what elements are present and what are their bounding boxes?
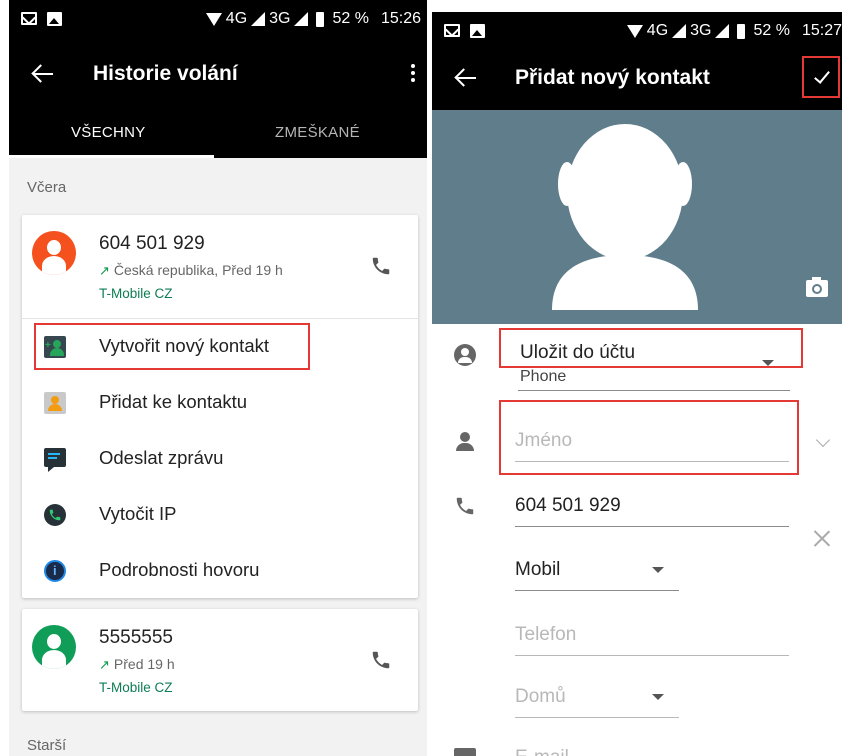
section-yesterday: Včera: [27, 179, 67, 196]
tab-all[interactable]: VŠECHNY: [71, 124, 146, 141]
image-notification-icon: [47, 12, 62, 26]
action-add-to-contact[interactable]: Přidat ke kontaktu: [22, 375, 418, 431]
battery-icon: [737, 23, 746, 39]
signal-icon: [251, 12, 266, 26]
action-label: Odeslat zprávu: [99, 447, 224, 468]
phone-type-underline: [515, 590, 679, 591]
contact-card-icon: [44, 392, 66, 414]
overflow-menu-icon[interactable]: [411, 64, 417, 86]
call-detail-text: Česká republika, Před 19 h: [113, 262, 283, 278]
action-ip-call[interactable]: Vytočit IP: [22, 487, 418, 543]
ip-call-icon: [44, 504, 66, 526]
back-arrow-icon[interactable]: [454, 66, 478, 90]
signal-icon: [672, 24, 687, 38]
action-send-message[interactable]: Odeslat zprávu: [22, 431, 418, 487]
network-type-2: 3G: [690, 22, 712, 39]
call-card: 604 501 929 ↗ Česká republika, Před 19 h …: [22, 215, 418, 598]
call-number: 604 501 929: [99, 233, 205, 254]
outgoing-arrow-icon: ↗: [99, 263, 110, 278]
call-carrier: T-Mobile CZ: [99, 680, 173, 695]
page-title: Přidat nový kontakt: [515, 66, 710, 89]
person-icon: [454, 430, 476, 452]
mail-notification-icon: [444, 24, 460, 37]
contact-photo-area[interactable]: [432, 110, 842, 324]
phone-icon: [454, 495, 476, 517]
contact-avatar: [32, 231, 76, 275]
highlight-save: [802, 56, 840, 98]
phone2-type-value: Domů: [515, 686, 566, 707]
action-label: Přidat ke kontaktu: [99, 391, 248, 412]
wifi-icon: [205, 12, 222, 26]
phone-type-value: Mobil: [515, 559, 561, 580]
call-detail-text: Před 19 h: [113, 656, 175, 672]
call-number: 5555555: [99, 627, 173, 648]
app-bar: Historie volání: [9, 40, 427, 112]
info-icon: i: [44, 560, 66, 582]
call-card[interactable]: 5555555 ↗ Před 19 h T-Mobile CZ: [22, 609, 418, 711]
signal-icon-2: [715, 24, 730, 38]
expand-chevron-icon[interactable]: [815, 432, 831, 448]
dropdown-caret-icon: [652, 567, 664, 573]
back-arrow-icon[interactable]: [31, 62, 55, 86]
network-type-2: 3G: [269, 10, 291, 27]
page-title: Historie volání: [93, 62, 238, 85]
outgoing-arrow-icon: ↗: [99, 657, 110, 672]
highlight-account: [499, 328, 803, 368]
action-label: Vytočit IP: [99, 503, 177, 524]
highlight-create-contact: [34, 323, 310, 370]
network-type: 4G: [646, 22, 669, 39]
call-entry[interactable]: 604 501 929 ↗ Česká republika, Před 19 h …: [22, 215, 418, 318]
status-bar: 4G 3G 52 % 15:26: [9, 0, 427, 40]
phone-underline: [515, 526, 789, 527]
tab-missed[interactable]: ZMEŠKANÉ: [275, 124, 360, 141]
phone-field[interactable]: 604 501 929: [515, 490, 790, 530]
phone-type-select[interactable]: Mobil: [515, 555, 680, 593]
signal-icon-2: [294, 12, 309, 26]
phone-value: 604 501 929: [515, 495, 621, 516]
add-contact-screen: 4G 3G 52 % 15:27 Přidat nový kontakt Ulo…: [432, 0, 842, 756]
battery-level: 52 %: [753, 22, 790, 39]
account-value: Phone: [520, 368, 567, 385]
phone2-type-underline: [515, 717, 679, 718]
remove-phone-icon[interactable]: [814, 530, 830, 546]
phone2-field[interactable]: Telefon: [515, 620, 790, 658]
network-type: 4G: [225, 10, 248, 27]
clock: 15:26: [380, 10, 421, 27]
app-bar: Přidat nový kontakt: [432, 46, 842, 110]
tab-bar: VŠECHNY ZMEŠKANÉ: [9, 112, 427, 158]
email-placeholder: E-mail: [515, 747, 569, 756]
dropdown-caret-icon: [652, 694, 664, 700]
call-history-screen: 4G 3G 52 % 15:26 Historie volání VŠECHNY…: [9, 0, 427, 756]
mail-notification-icon: [21, 12, 37, 25]
contact-silhouette-icon: [552, 124, 698, 310]
call-carrier: T-Mobile CZ: [99, 286, 173, 301]
call-detail: ↗ Česká republika, Před 19 h: [99, 262, 283, 279]
phone2-placeholder: Telefon: [515, 624, 577, 645]
image-notification-icon: [470, 24, 485, 38]
status-bar: 4G 3G 52 % 15:27: [432, 12, 842, 50]
wifi-icon: [626, 24, 643, 38]
phone-icon[interactable]: [370, 649, 392, 671]
battery-icon: [316, 11, 325, 27]
highlight-name: [499, 400, 799, 475]
clock: 15:27: [801, 22, 842, 39]
call-detail: ↗ Před 19 h: [99, 656, 175, 673]
action-call-details[interactable]: i Podrobnosti hovoru: [22, 543, 418, 599]
account-underline: [518, 390, 790, 391]
message-icon: [44, 448, 66, 472]
section-older: Starší: [27, 737, 67, 754]
action-label: Podrobnosti hovoru: [99, 559, 260, 580]
email-field[interactable]: E-mail: [515, 745, 790, 756]
phone2-underline: [515, 655, 789, 656]
tab-indicator: [9, 155, 214, 158]
account-icon: [454, 344, 476, 366]
email-icon: [454, 748, 476, 756]
camera-icon[interactable]: [806, 277, 828, 297]
battery-level: 52 %: [332, 10, 369, 27]
phone-icon[interactable]: [370, 255, 392, 277]
phone2-type-select[interactable]: Domů: [515, 682, 680, 720]
contact-avatar: [32, 625, 76, 669]
